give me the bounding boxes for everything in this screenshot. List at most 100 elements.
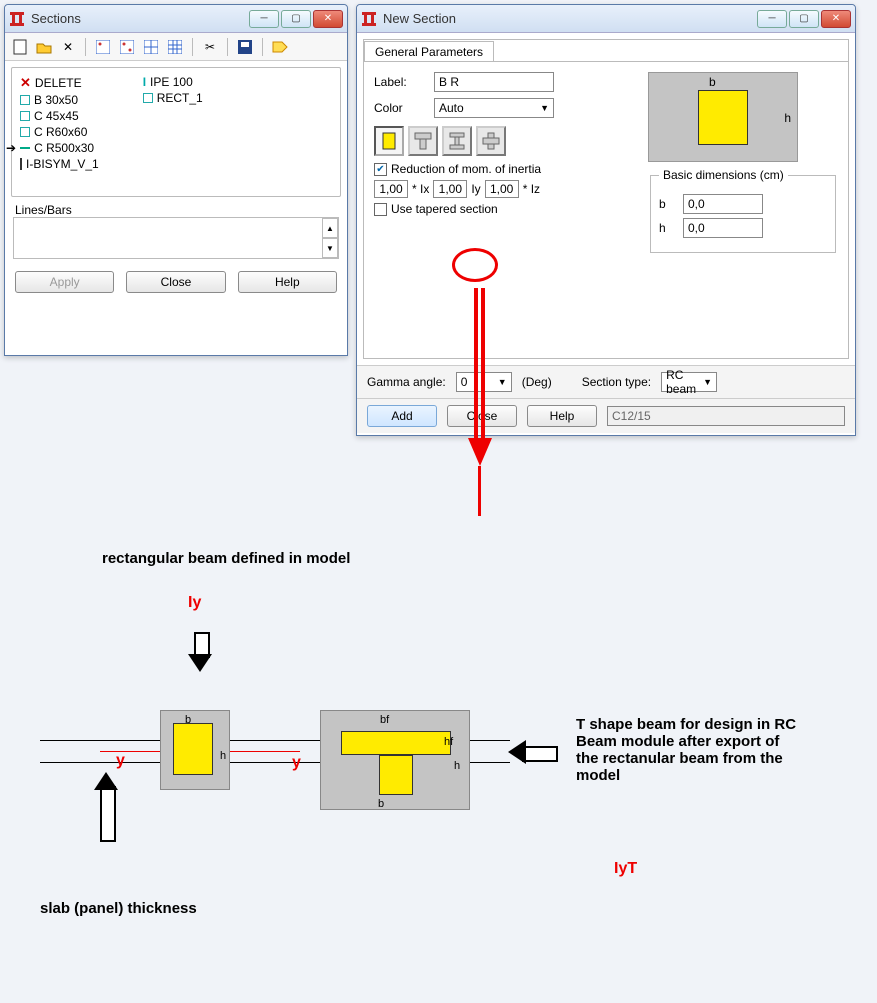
save-icon[interactable] [236, 38, 254, 56]
b-value: 0,0 [688, 197, 705, 211]
rect-beam-label: rectangular beam defined in model [102, 550, 362, 567]
arrow-icon: ➔ [6, 141, 16, 155]
tab-general[interactable]: General Parameters [364, 41, 494, 62]
b-input[interactable]: 0,0 [683, 194, 763, 214]
app-icon [361, 11, 377, 27]
minimize-button[interactable]: ─ [249, 10, 279, 28]
rect-icon [20, 95, 30, 105]
close-window-button[interactable]: ✕ [313, 10, 343, 28]
section-type-combo[interactable]: RC beam▼ [661, 372, 717, 392]
tabstrip: General Parameters Label: B R Color Auto… [363, 39, 849, 359]
rect-icon [143, 93, 153, 103]
iz-suffix: * Iz [523, 182, 540, 196]
chevron-down-icon: ▼ [498, 377, 507, 387]
separator [227, 38, 228, 56]
ix-input[interactable] [374, 180, 408, 198]
x-icon: ✕ [20, 75, 31, 91]
newsection-titlebar[interactable]: New Section ─ ▢ ✕ [357, 5, 855, 33]
list-item-selected[interactable]: ➔C R500x30 [18, 140, 101, 156]
app-icon [9, 11, 25, 27]
lines-bars-input[interactable]: ▲▼ [13, 217, 339, 259]
h-input[interactable]: 0,0 [683, 218, 763, 238]
bf-dim: bf [380, 714, 389, 726]
t-beam-preview [320, 710, 470, 810]
gamma-value: 0 [461, 375, 468, 389]
apply-button[interactable]: Apply [15, 271, 114, 293]
label-input[interactable]: B R [434, 72, 554, 92]
open-icon[interactable] [35, 38, 53, 56]
shape-rect-button[interactable] [374, 126, 404, 156]
sections-toolbar: ✕ ✂ [5, 33, 347, 61]
layout-grid-icon[interactable] [142, 38, 160, 56]
section-type-value: RC beam [666, 368, 703, 396]
tab-body: Label: B R Color Auto▼ ✔ [364, 61, 848, 357]
layout2-icon[interactable] [118, 38, 136, 56]
preview-rect [698, 90, 748, 145]
shape-ibeam-button[interactable] [442, 126, 472, 156]
tag-icon[interactable] [271, 38, 289, 56]
delete-icon[interactable]: ✕ [59, 38, 77, 56]
layout1-icon[interactable] [94, 38, 112, 56]
add-button[interactable]: Add [367, 405, 437, 427]
list-item[interactable]: I-BISYM_V_1 [18, 156, 101, 172]
h-label: h [659, 221, 673, 235]
iy-input[interactable] [433, 180, 467, 198]
help-button[interactable]: Help [527, 405, 597, 427]
b-label: b [659, 197, 673, 211]
list-item[interactable]: RECT_1 [141, 90, 205, 106]
list-item-label: IPE 100 [150, 75, 193, 89]
new-section-window: New Section ─ ▢ ✕ General Parameters Lab… [356, 4, 856, 436]
diagram-area: rectangular beam defined in model Iy b h… [40, 540, 840, 970]
close-button[interactable]: Close [126, 271, 225, 293]
chevron-down-icon: ▼ [703, 377, 712, 387]
close-window-button[interactable]: ✕ [821, 10, 851, 28]
shape-tee-button[interactable] [408, 126, 438, 156]
h-dim: h [220, 750, 226, 762]
color-combo[interactable]: Auto▼ [434, 98, 554, 118]
maximize-button[interactable]: ▢ [789, 10, 819, 28]
spin-down-icon[interactable]: ▼ [322, 238, 338, 258]
red-arrow-head [468, 438, 492, 466]
new-icon[interactable] [11, 38, 29, 56]
minimize-button[interactable]: ─ [757, 10, 787, 28]
ix-suffix: * Ix [412, 182, 429, 196]
sections-list-panel: ✕DELETE B 30x50 C 45x45 C R60x60 ➔C R500… [11, 67, 341, 197]
list-item-delete[interactable]: ✕DELETE [18, 74, 101, 92]
y1-label: y [116, 752, 125, 770]
cut-icon[interactable]: ✂ [201, 38, 219, 56]
maximize-button[interactable]: ▢ [281, 10, 311, 28]
material-field: C12/15 [607, 406, 845, 426]
b-dim: b [185, 714, 191, 726]
b2-dim: b [378, 798, 384, 810]
t-web [379, 755, 413, 795]
list-item[interactable]: B 30x50 [18, 92, 101, 108]
list-item[interactable]: IIPE 100 [141, 74, 205, 90]
h-value: 0,0 [688, 221, 705, 235]
close-button[interactable]: Close [447, 405, 517, 427]
hf-dim: hf [444, 736, 453, 748]
help-button[interactable]: Help [238, 271, 337, 293]
list-item[interactable]: C 45x45 [18, 108, 101, 124]
reduction-checkbox[interactable]: ✔ [374, 163, 387, 176]
layout-grid2-icon[interactable] [166, 38, 184, 56]
sections-list-col2: IIPE 100 RECT_1 [141, 74, 205, 172]
rect-icon [20, 127, 30, 137]
iyt-label: IyT [614, 860, 637, 878]
tapered-checkbox[interactable] [374, 203, 387, 216]
spin-up-icon[interactable]: ▲ [322, 218, 338, 238]
arrow-up-icon [94, 772, 118, 842]
spinner[interactable]: ▲▼ [322, 218, 338, 258]
list-item-label: C R500x30 [34, 141, 94, 155]
shape-cross-button[interactable] [476, 126, 506, 156]
label-label: Label: [374, 75, 424, 89]
list-item-label: C 45x45 [34, 109, 79, 123]
sections-window: Sections ─ ▢ ✕ ✕ ✂ ✕DELETE B 30x50 C 45x… [4, 4, 348, 356]
inertia-row: * Ix Iy * Iz [374, 180, 628, 198]
list-item[interactable]: C R60x60 [18, 124, 101, 140]
gamma-combo[interactable]: 0▼ [456, 372, 512, 392]
iz-input[interactable] [485, 180, 519, 198]
sections-titlebar[interactable]: Sections ─ ▢ ✕ [5, 5, 347, 33]
preview-h-label: h [784, 111, 791, 125]
reduction-label: Reduction of mom. of inertia [391, 162, 541, 176]
iy-suffix: Iy [471, 182, 480, 196]
